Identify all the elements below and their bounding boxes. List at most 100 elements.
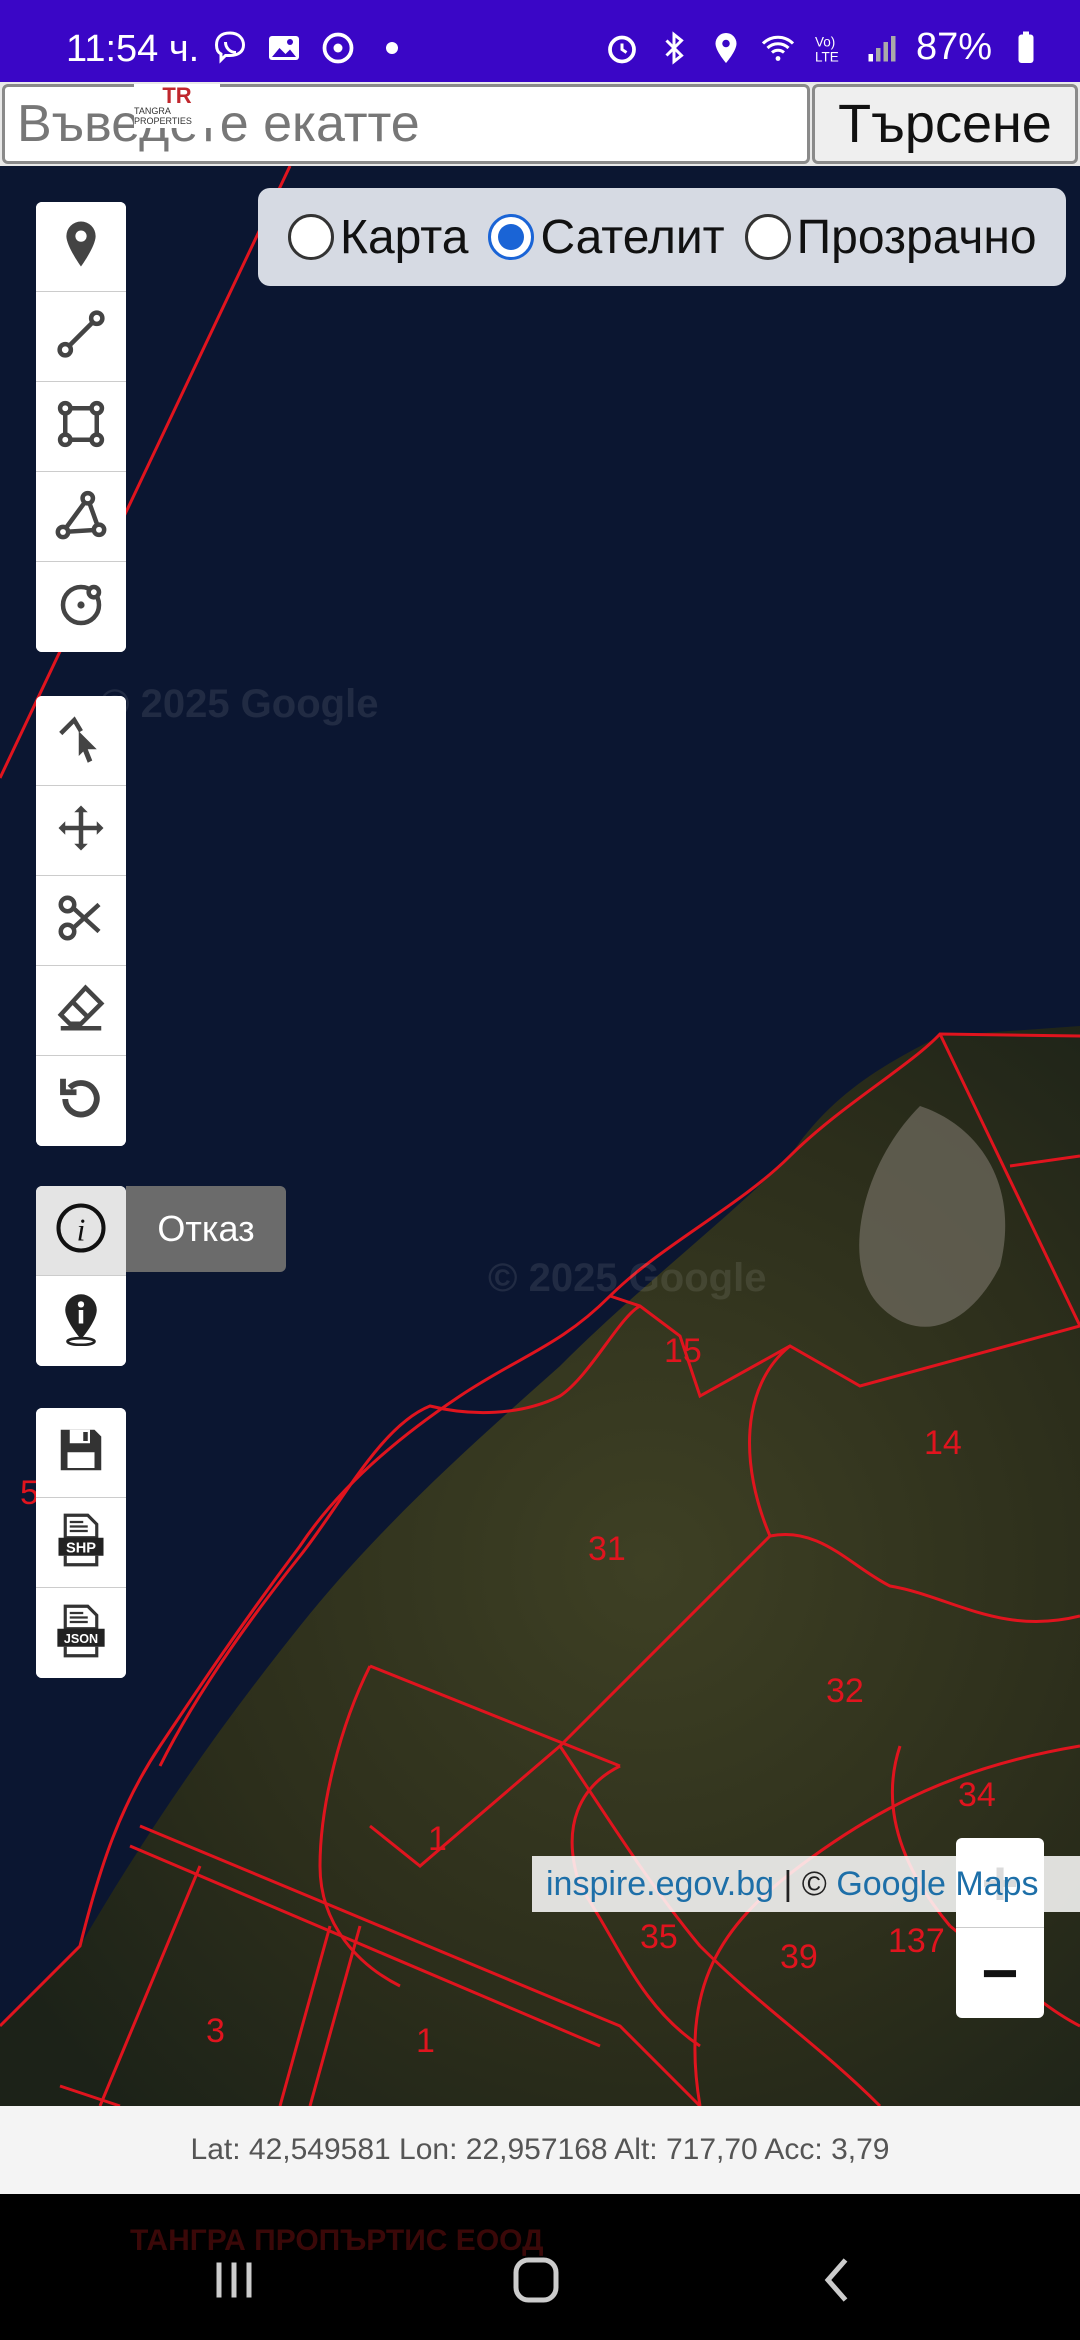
coordinates-bar: Lat: 42,549581 Lon: 22,957168 Alt: 717,7…: [0, 2106, 1080, 2194]
home-button[interactable]: [506, 2250, 566, 2310]
sync-icon: [320, 30, 356, 66]
bluetooth-icon: [656, 30, 692, 66]
signal-icon: [864, 30, 900, 66]
export-json-button[interactable]: JSON: [36, 1588, 126, 1678]
wifi-icon: [760, 30, 796, 66]
info-button[interactable]: i: [36, 1186, 126, 1276]
rotate-button[interactable]: [36, 1056, 126, 1146]
alarm-icon: [604, 30, 640, 66]
battery-percent: 87%: [915, 26, 992, 68]
eraser-button[interactable]: [36, 966, 126, 1056]
location-icon: [708, 30, 744, 66]
cut-icon: [54, 891, 108, 950]
layer-label-map: Карта: [340, 210, 469, 264]
company-logo: TR TANGRA PROPERTIES: [134, 84, 220, 128]
layer-option-transparent[interactable]: Прозрачно: [744, 210, 1037, 265]
status-notification-icons: [212, 30, 410, 66]
recent-apps-icon: [204, 2262, 264, 2314]
status-system-icons: Vo) LTE 87%: [604, 26, 1044, 69]
map-watermark: © 2025 Google: [100, 682, 379, 726]
back-button[interactable]: [808, 2250, 868, 2310]
export-toolbar: SHP JSON: [36, 1408, 126, 1678]
save-icon: [54, 1423, 108, 1482]
cut-button[interactable]: [36, 876, 126, 966]
inspire-link[interactable]: inspire.egov.bg: [546, 1865, 774, 1904]
cancel-tooltip[interactable]: Отказ: [126, 1186, 286, 1272]
polygon-icon: [54, 487, 108, 546]
draw-rectangle-button[interactable]: [36, 382, 126, 472]
parcel-label: 3: [206, 2012, 225, 2050]
parcel-label: 35: [640, 1918, 678, 1956]
viber-icon: [212, 30, 248, 66]
parcel-label: 15: [664, 1332, 702, 1370]
ekatte-search-input[interactable]: [2, 84, 810, 164]
logo-text: TANGRA PROPERTIES: [134, 106, 192, 126]
layer-option-satellite[interactable]: Сателит: [488, 210, 725, 265]
shp-file-icon: SHP: [54, 1513, 108, 1572]
search-button[interactable]: Търсене: [812, 84, 1078, 164]
parcel-label: 34: [958, 1776, 996, 1814]
info-icon: i: [54, 1201, 108, 1260]
status-bar: 11:54 ч. Vo) LTE 87%: [0, 0, 1080, 82]
layer-option-map[interactable]: Карта: [288, 210, 468, 265]
rectangle-icon: [54, 397, 108, 456]
draw-polyline-button[interactable]: [36, 292, 126, 382]
move-button[interactable]: [36, 786, 126, 876]
draw-circle-button[interactable]: [36, 562, 126, 652]
svg-text:LTE: LTE: [815, 49, 839, 64]
layer-label-satellite: Сателит: [540, 210, 725, 264]
battery-icon: [1008, 30, 1044, 66]
draw-marker-button[interactable]: [36, 202, 126, 292]
layer-radio-satellite[interactable]: [488, 214, 535, 260]
export-shp-button[interactable]: SHP: [36, 1498, 126, 1588]
attribution-separator: | ©: [774, 1864, 837, 1903]
home-icon: [506, 2257, 566, 2314]
info-toolbar: i: [36, 1186, 126, 1366]
map-watermark: © 2025 Google: [488, 1256, 767, 1300]
back-icon: [808, 2258, 868, 2314]
json-label: JSON: [64, 1631, 98, 1645]
draw-polygon-button[interactable]: [36, 472, 126, 562]
map-view[interactable]: 15 14 31 32 34 1 35 39 137 3 1 5 © 2025 …: [0, 166, 1080, 2106]
eraser-icon: [54, 981, 108, 1040]
parcel-label: 1: [428, 1820, 447, 1858]
select-vertex-button[interactable]: [36, 696, 126, 786]
volte-icon: Vo) LTE: [812, 30, 848, 66]
parcel-label: 31: [588, 1530, 626, 1568]
svg-text:Vo): Vo): [815, 34, 835, 49]
shp-label: SHP: [66, 1540, 96, 1556]
zoom-out-button[interactable]: −: [956, 1928, 1044, 2018]
move-icon: [54, 801, 108, 860]
parcel-label: 1: [416, 2022, 435, 2060]
polyline-icon: [54, 307, 108, 366]
parcel-label: 14: [924, 1424, 962, 1462]
json-file-icon: JSON: [54, 1604, 108, 1663]
recent-apps-button[interactable]: [204, 2250, 264, 2310]
status-time: 11:54 ч.: [66, 28, 200, 70]
parcel-label: 39: [780, 1938, 818, 1976]
marker-icon: [54, 217, 108, 276]
location-info-icon: [54, 1292, 108, 1351]
layer-radio-transparent[interactable]: [744, 214, 791, 260]
map-attribution: inspire.egov.bg | © Google Maps: [532, 1856, 1080, 1912]
save-button[interactable]: [36, 1408, 126, 1498]
company-name: ТАНГРА ПРОПЪРТИС ЕООД: [130, 2224, 544, 2257]
draw-toolbar: [36, 202, 126, 652]
parcel-labels: 15 14 31 32 34 1 35 39 137 3 1 5: [0, 166, 1080, 2106]
location-info-button[interactable]: [36, 1276, 126, 1366]
rotate-icon: [54, 1072, 108, 1131]
parcel-label: 32: [826, 1672, 864, 1710]
system-nav-bar: ТАНГРА ПРОПЪРТИС ЕООД: [0, 2194, 1080, 2340]
svg-text:i: i: [77, 1212, 86, 1247]
parcel-label: 137: [888, 1922, 945, 1960]
edit-toolbar: [36, 696, 126, 1146]
layer-label-transparent: Прозрачно: [796, 210, 1037, 264]
layer-radio-map[interactable]: [288, 214, 334, 260]
select-icon: [54, 711, 108, 770]
layer-switcher: Карта Сателит Прозрачно: [258, 188, 1066, 286]
circle-icon: [54, 578, 108, 637]
gallery-icon: [266, 30, 302, 66]
google-maps-link[interactable]: Google Maps: [836, 1865, 1038, 1904]
logo-mark: TR: [162, 83, 192, 108]
dot-icon: [374, 30, 410, 66]
